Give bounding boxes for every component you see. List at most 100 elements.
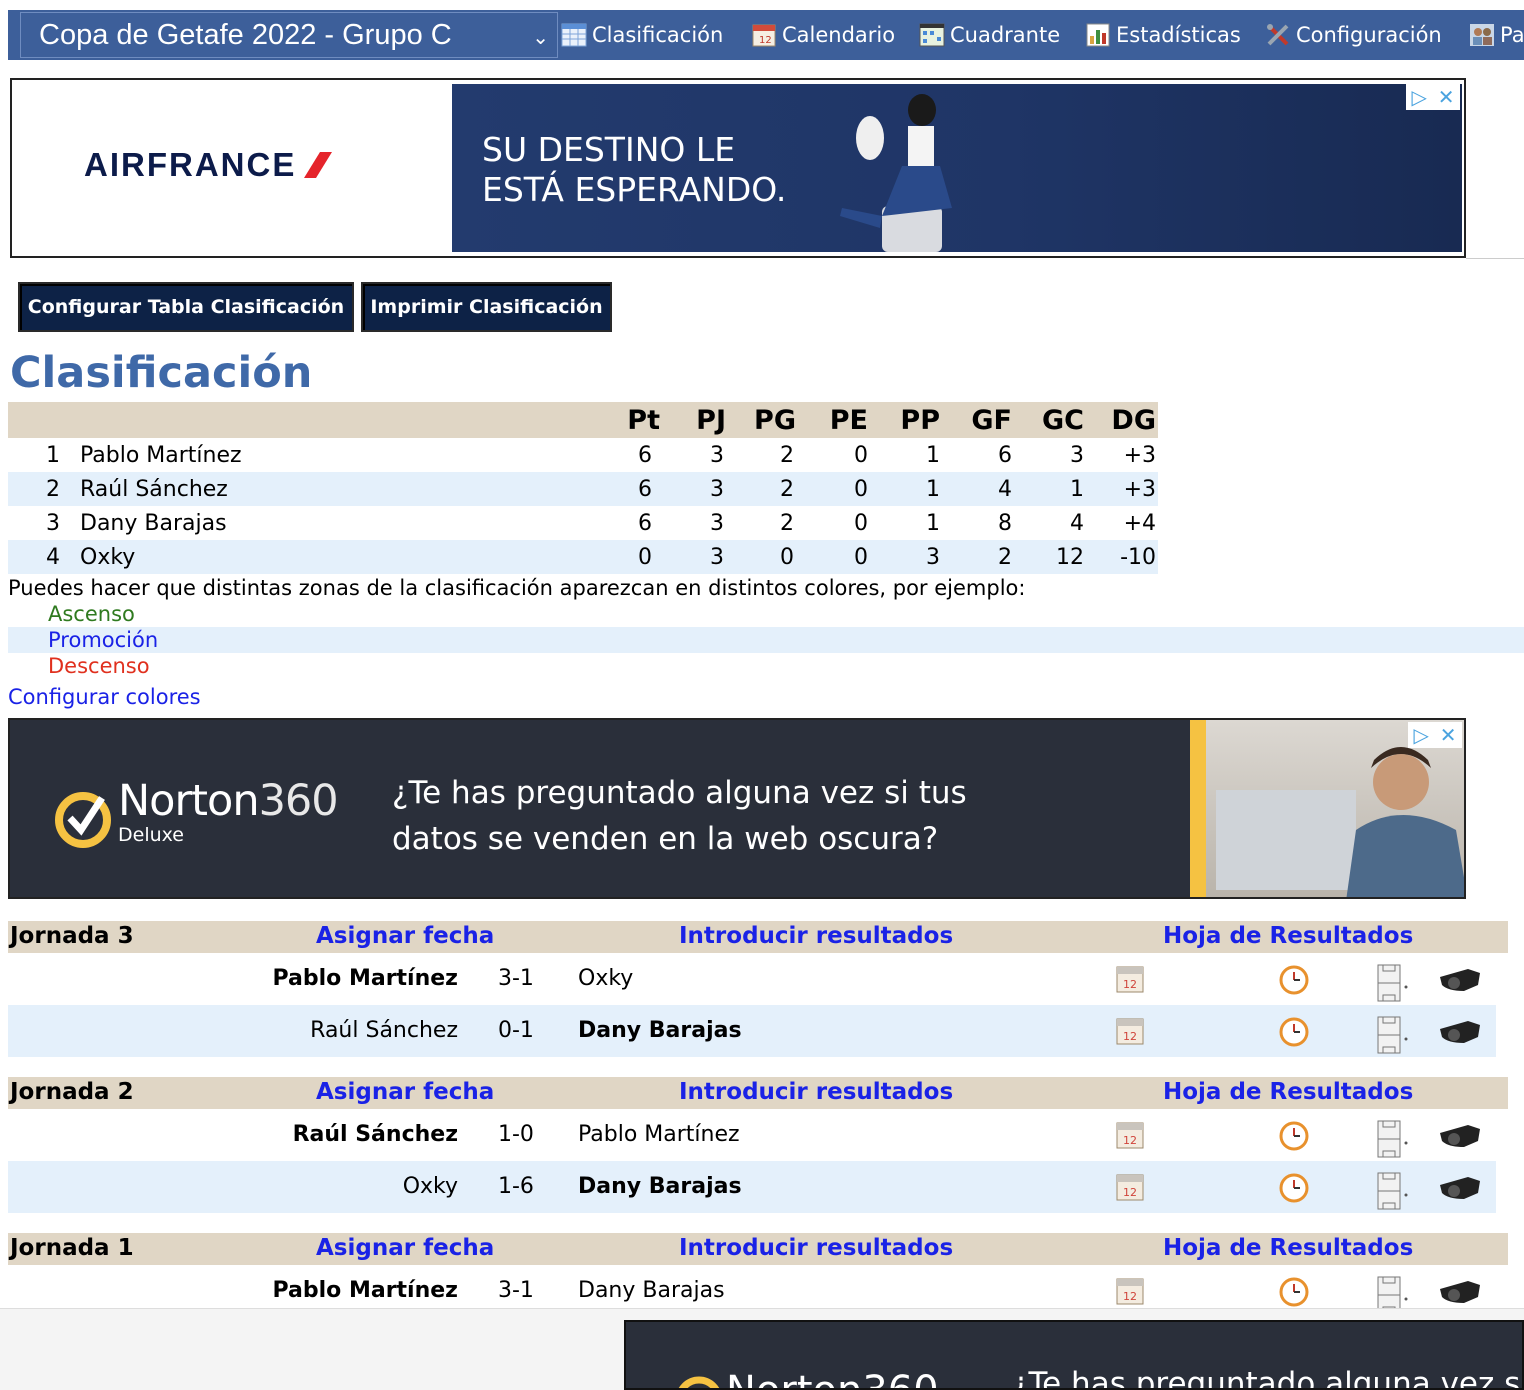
field-icon[interactable] (1374, 1119, 1410, 1158)
ad-choices-icon[interactable]: ▷ (1411, 85, 1426, 109)
jornada-header: Jornada 1 Asignar fecha Introducir resul… (8, 1233, 1508, 1265)
ad-choices-close-2[interactable]: ▷ ✕ (1408, 722, 1462, 748)
ad-choices-close[interactable]: ▷ ✕ (1406, 84, 1460, 110)
tournament-select[interactable]: Copa de Getafe 2022 - Grupo C ⌄ (20, 12, 558, 58)
configure-colors-link[interactable]: Configurar colores (8, 685, 201, 709)
jornada-block: Jornada 2 Asignar fecha Introducir resul… (8, 1077, 1508, 1213)
match-away[interactable]: Oxky (578, 966, 633, 991)
svg-text:12: 12 (1123, 1030, 1137, 1043)
enter-results-link[interactable]: Introducir resultados (679, 1079, 953, 1105)
header-pe[interactable]: PE (814, 402, 868, 438)
field-icon[interactable] (1374, 1015, 1410, 1054)
calendar-icon[interactable]: 12 (1114, 1015, 1146, 1047)
match-home[interactable]: Raúl Sánchez (293, 1122, 458, 1147)
row-gf: 6 (998, 442, 1012, 468)
row-pg: 0 (780, 544, 794, 570)
nav-cuadrante[interactable]: Cuadrante (918, 14, 1060, 56)
print-standings-button[interactable]: Imprimir Clasificación (361, 282, 612, 332)
match-home[interactable]: Pablo Martínez (273, 1278, 458, 1303)
match-away[interactable]: Dany Barajas (578, 1278, 725, 1303)
nav-configuracion[interactable]: Configuración (1264, 14, 1442, 56)
airfrance-line1: SU DESTINO LE (482, 130, 736, 169)
assign-date-link[interactable]: Asignar fecha (316, 1079, 494, 1105)
row-pj: 3 (710, 544, 724, 570)
row-player-name[interactable]: Dany Barajas (80, 506, 480, 540)
calendar-icon[interactable]: 12 (1114, 1119, 1146, 1151)
row-player-name[interactable]: Oxky (80, 540, 480, 574)
match-score: 3-1 (498, 966, 534, 991)
field-icon[interactable] (1374, 1171, 1410, 1210)
enter-results-link[interactable]: Introducir resultados (679, 923, 953, 949)
configure-table-button[interactable]: Configurar Tabla Clasificación (18, 282, 354, 332)
zone-ascenso: Ascenso (48, 602, 135, 626)
calendar-icon[interactable]: 12 (1114, 1171, 1146, 1203)
match-score: 1-6 (498, 1174, 534, 1199)
close-icon[interactable]: ✕ (1440, 723, 1457, 747)
nav-estadisticas[interactable]: Estadísticas (1084, 14, 1241, 56)
results-sheet-link[interactable]: Hoja de Resultados (1163, 923, 1413, 949)
nav-calendario[interactable]: 12 Calendario (750, 14, 895, 56)
whistle-icon[interactable] (1434, 1015, 1484, 1047)
header-gf[interactable]: GF (958, 402, 1012, 438)
clock-icon[interactable] (1278, 963, 1310, 995)
whistle-icon[interactable] (1434, 1119, 1484, 1151)
match-away[interactable]: Dany Barajas (578, 1018, 742, 1043)
row-position: 1 (46, 442, 60, 468)
calendar-icon: 12 (750, 21, 778, 49)
match-home[interactable]: Oxky (403, 1174, 458, 1199)
row-position: 4 (46, 544, 60, 570)
calendar-icon[interactable]: 12 (1114, 963, 1146, 995)
standings-header: Pt PJ PG PE PP GF GC DG (8, 402, 1158, 438)
match-score: 1-0 (498, 1122, 534, 1147)
nav-calendario-label: Calendario (782, 23, 896, 47)
svg-text:12: 12 (759, 35, 772, 46)
nav-clasificacion[interactable]: Clasificación (560, 14, 723, 56)
whistle-icon[interactable] (1434, 963, 1484, 995)
results-sheet-link[interactable]: Hoja de Resultados (1163, 1079, 1413, 1105)
field-icon[interactable] (1374, 963, 1410, 1002)
whistle-icon[interactable] (1434, 1275, 1484, 1307)
clock-icon[interactable] (1278, 1275, 1310, 1307)
whistle-icon[interactable] (1434, 1171, 1484, 1203)
match-away[interactable]: Dany Barajas (578, 1174, 742, 1199)
row-pp: 3 (926, 544, 940, 570)
match-row: Raúl Sánchez 0-1 Dany Barajas 12 (8, 1005, 1496, 1057)
match-home[interactable]: Raúl Sánchez (310, 1018, 458, 1043)
ad-choices-icon[interactable]: ▷ (1413, 723, 1428, 747)
clock-icon[interactable] (1278, 1015, 1310, 1047)
airfrance-ad[interactable]: AIRFRANCE SU DESTINO LE ESTÁ ESPERANDO. … (10, 78, 1466, 258)
header-pj[interactable]: PJ (674, 402, 726, 438)
row-pt: 0 (638, 544, 652, 570)
airfrance-banner: SU DESTINO LE ESTÁ ESPERANDO. (452, 84, 1462, 252)
header-pp[interactable]: PP (886, 402, 940, 438)
results-sheet-link[interactable]: Hoja de Resultados (1163, 1235, 1413, 1261)
header-pt[interactable]: Pt (608, 402, 660, 438)
match-home[interactable]: Pablo Martínez (273, 966, 458, 991)
calendar-icon[interactable]: 12 (1114, 1275, 1146, 1307)
row-dg: +4 (1123, 510, 1156, 536)
clock-icon[interactable] (1278, 1171, 1310, 1203)
field-icon[interactable] (1374, 1275, 1410, 1314)
close-icon[interactable]: ✕ (1438, 85, 1455, 109)
row-player-name[interactable]: Pablo Martínez (80, 438, 480, 472)
sticky-norton-logo: Norton360 (726, 1368, 939, 1388)
header-gc[interactable]: GC (1028, 402, 1084, 438)
nav-participantes-label: Pa (1500, 23, 1524, 47)
assign-date-link[interactable]: Asignar fecha (316, 1235, 494, 1261)
woman-photo (822, 88, 972, 252)
norton-ad[interactable]: Norton360 Deluxe ¿Te has preguntado algu… (8, 718, 1466, 899)
clock-icon[interactable] (1278, 1119, 1310, 1151)
sticky-norton-ad[interactable]: Norton360 ¿Te has preguntado alguna vez … (624, 1320, 1524, 1390)
nav-participantes[interactable]: Pa (1468, 14, 1524, 56)
airfrance-brand: AIRFRANCE (84, 146, 297, 183)
enter-results-link[interactable]: Introducir resultados (679, 1235, 953, 1261)
airfrance-line2: ESTÁ ESPERANDO. (482, 170, 787, 209)
norton-brand-num: 360 (258, 776, 339, 826)
row-player-name[interactable]: Raúl Sánchez (80, 472, 480, 506)
match-away[interactable]: Pablo Martínez (578, 1122, 740, 1147)
row-dg: +3 (1123, 476, 1156, 502)
header-dg[interactable]: DG (1100, 402, 1156, 438)
header-pg[interactable]: PG (742, 402, 796, 438)
row-pj: 3 (710, 476, 724, 502)
assign-date-link[interactable]: Asignar fecha (316, 923, 494, 949)
